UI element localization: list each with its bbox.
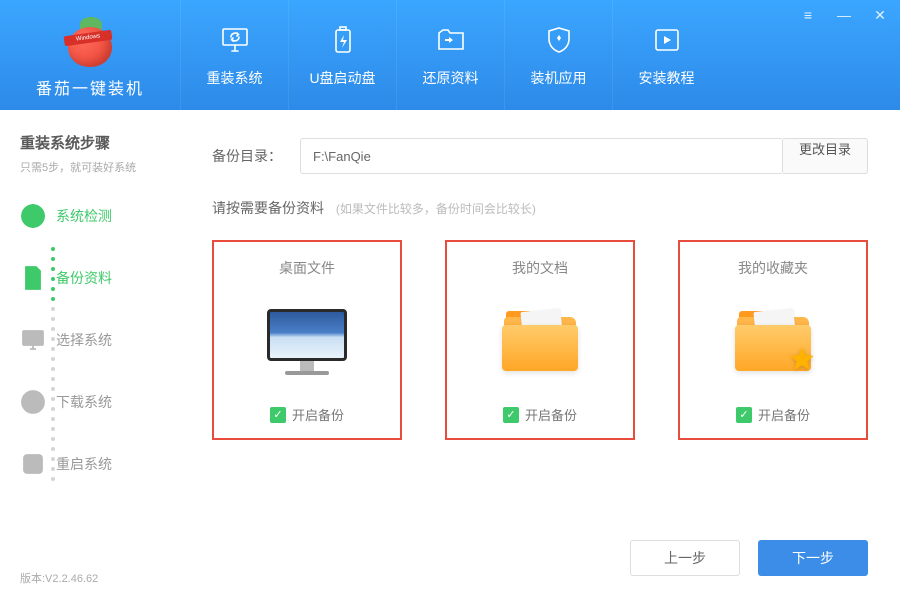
backup-toggle[interactable]: ✓ 开启备份: [270, 405, 344, 424]
nav-label: U盘启动盘: [309, 68, 375, 88]
folder-back-icon: [433, 22, 469, 58]
card-title: 桌面文件: [279, 258, 335, 278]
backup-toggle[interactable]: ✓ 开启备份: [736, 405, 810, 424]
card-title: 我的收藏夹: [738, 258, 808, 278]
checkbox-checked-icon: ✓: [736, 407, 752, 423]
card-my-documents[interactable]: 我的文档 ✓ 开启备份: [445, 240, 635, 440]
monitor-graphic: [267, 278, 347, 405]
nav-restore[interactable]: 还原资料: [396, 0, 504, 110]
monitor-icon: [20, 327, 46, 353]
step-label: 重启系统: [56, 454, 112, 474]
shield-icon: [541, 22, 577, 58]
body: 重装系统步骤 只需5步，就可装好系统 系统检测: [0, 110, 900, 600]
folder-star-graphic: [735, 278, 811, 405]
brand-title: 番茄一键装机: [36, 75, 144, 99]
nav-label: 装机应用: [531, 68, 587, 88]
step-system-check[interactable]: 系统检测: [20, 201, 164, 231]
check-label: 开启备份: [292, 405, 344, 424]
brand: Windows 番茄一键装机: [0, 11, 180, 99]
sidebar: 重装系统步骤 只需5步，就可装好系统 系统检测: [0, 110, 180, 600]
nav-label: 安装教程: [639, 68, 695, 88]
backup-toggle[interactable]: ✓ 开启备份: [503, 405, 577, 424]
main-content: 备份目录： F:\FanQie 更改目录 请按需要备份资料 (如果文件比较多，备…: [180, 110, 900, 600]
step-select-system[interactable]: 选择系统: [20, 325, 164, 355]
card-favorites[interactable]: 我的收藏夹 ✓ 开启备份: [678, 240, 868, 440]
prev-button[interactable]: 上一步: [630, 540, 740, 576]
step-label: 备份资料: [56, 268, 112, 288]
app-window: Windows 番茄一键装机 重装系统 U盘启动盘 还原资料: [0, 0, 900, 600]
minimize-icon[interactable]: —: [832, 6, 856, 24]
header: Windows 番茄一键装机 重装系统 U盘启动盘 还原资料: [0, 0, 900, 110]
step-download[interactable]: 下载系统: [20, 387, 164, 417]
steps-list: 系统检测 备份资料 选择系统: [20, 201, 164, 479]
backup-path-row: 备份目录： F:\FanQie 更改目录: [212, 138, 868, 174]
backup-prompt: 请按需要备份资料 (如果文件比较多，备份时间会比较长): [212, 198, 868, 218]
card-title: 我的文档: [512, 258, 568, 278]
sidebar-title: 重装系统步骤: [20, 132, 164, 153]
menu-icon[interactable]: ≡: [796, 6, 820, 24]
step-label: 下载系统: [56, 392, 112, 412]
nav: 重装系统 U盘启动盘 还原资料 装机应用: [180, 0, 900, 110]
nav-tutorial[interactable]: 安装教程: [612, 0, 720, 110]
close-icon[interactable]: ✕: [868, 6, 892, 24]
footer-buttons: 上一步 下一步: [630, 540, 868, 576]
check-label: 开启备份: [525, 405, 577, 424]
star-icon: [787, 345, 817, 375]
next-button[interactable]: 下一步: [758, 540, 868, 576]
version-label: 版本:V2.2.46.62: [20, 570, 98, 586]
checkbox-checked-icon: ✓: [270, 407, 286, 423]
battery-icon: [325, 22, 361, 58]
check-label: 开启备份: [758, 405, 810, 424]
backup-path-input[interactable]: F:\FanQie: [300, 138, 783, 174]
restart-icon: [20, 451, 46, 477]
play-icon: [649, 22, 685, 58]
card-desktop-files[interactable]: 桌面文件 ✓ 开启备份: [212, 240, 402, 440]
nav-label: 重装系统: [207, 68, 263, 88]
nav-apps[interactable]: 装机应用: [504, 0, 612, 110]
nav-reinstall[interactable]: 重装系统: [180, 0, 288, 110]
step-restart[interactable]: 重启系统: [20, 449, 164, 479]
checkbox-checked-icon: ✓: [503, 407, 519, 423]
nav-usb-boot[interactable]: U盘启动盘: [288, 0, 396, 110]
step-label: 选择系统: [56, 330, 112, 350]
prompt-text: 请按需要备份资料: [212, 200, 324, 216]
step-label: 系统检测: [56, 206, 112, 226]
folder-graphic: [502, 278, 578, 405]
step-backup[interactable]: 备份资料: [20, 263, 164, 293]
tomato-logo: Windows: [66, 19, 114, 67]
window-controls: ≡ — ✕: [796, 6, 892, 24]
monitor-refresh-icon: [217, 22, 253, 58]
nav-label: 还原资料: [423, 68, 479, 88]
backup-cards: 桌面文件 ✓ 开启备份 我的文档: [212, 240, 868, 440]
sidebar-subtitle: 只需5步，就可装好系统: [20, 159, 164, 175]
document-icon: [20, 265, 46, 291]
change-dir-button[interactable]: 更改目录: [783, 138, 868, 174]
backup-path-label: 备份目录：: [212, 146, 282, 166]
target-icon: [20, 203, 46, 229]
download-icon: [20, 389, 46, 415]
prompt-hint: (如果文件比较多，备份时间会比较长): [336, 202, 536, 216]
